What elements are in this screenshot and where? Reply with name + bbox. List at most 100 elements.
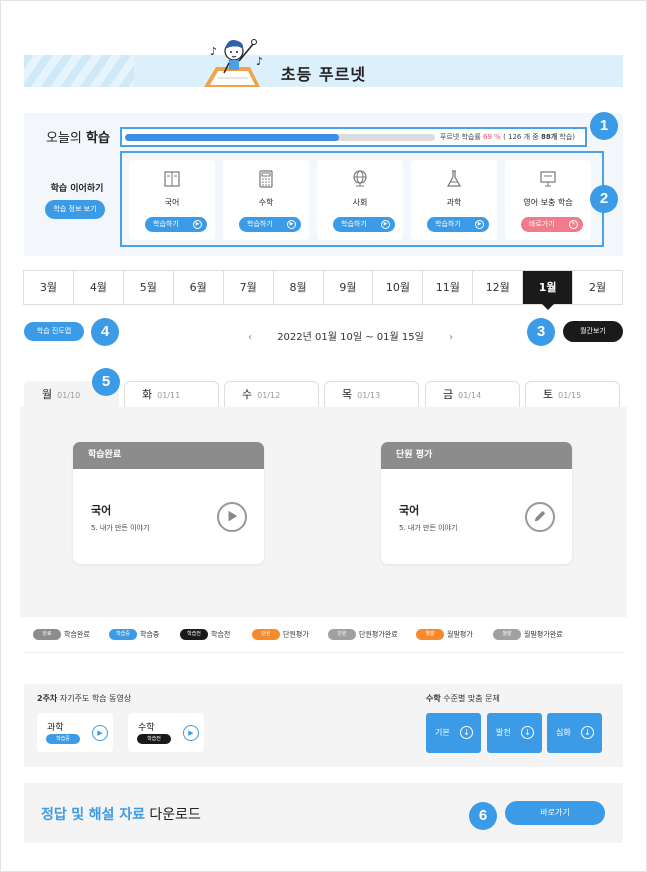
lesson-subject: 국어 xyxy=(399,504,420,517)
download-text-rest: 다운로드 xyxy=(149,807,201,823)
answer-download-title: 정답 및 해설 자료 다운로드 xyxy=(41,804,201,824)
day-label: 월 xyxy=(42,388,53,401)
month-tab[interactable]: 9월 xyxy=(324,271,374,304)
go-button[interactable]: 바로가기 ✎ xyxy=(521,217,583,232)
legend-label: 단원평가완료 xyxy=(359,630,398,639)
subject-card-social[interactable]: 사회 학습하기 ▶ xyxy=(317,160,403,240)
monthly-view-button[interactable]: 월간보기 xyxy=(563,321,623,342)
lesson-subject: 국어 xyxy=(91,504,112,517)
video-card-math[interactable]: 수학 학습전 ▶ xyxy=(128,713,204,752)
day-date: 01/13 xyxy=(357,391,381,400)
day-label: 수 xyxy=(242,388,253,401)
download-icon: ↓ xyxy=(460,726,473,739)
next-week-arrow-icon[interactable]: › xyxy=(449,332,453,343)
svg-text:♪: ♪ xyxy=(256,55,263,68)
day-tab[interactable]: 토 01/15 xyxy=(525,381,620,408)
globe-icon xyxy=(353,170,367,187)
play-icon[interactable]: ▶ xyxy=(183,725,199,741)
month-tab-active[interactable]: 1월 xyxy=(523,271,574,310)
study-button[interactable]: 학습하기 ▶ xyxy=(239,217,301,232)
book-icon xyxy=(164,171,180,187)
presentation-board-icon xyxy=(540,171,556,187)
day-date: 01/15 xyxy=(558,391,582,400)
level-label: 심화 xyxy=(556,728,571,737)
legend-item: 월말 월말평가 xyxy=(416,629,473,640)
subject-card-math[interactable]: 수학 학습하기 ▶ xyxy=(223,160,309,240)
study-button[interactable]: 학습하기 ▶ xyxy=(333,217,395,232)
download-go-button[interactable]: 바로가기 xyxy=(505,801,605,825)
play-circle-icon: ▶ xyxy=(381,220,390,229)
play-icon[interactable] xyxy=(217,502,247,532)
legend-item: 학습전 학습전 xyxy=(180,629,230,640)
subject-name: 과학 xyxy=(446,198,462,207)
month-tab[interactable]: 6월 xyxy=(174,271,224,304)
legend-chip: 월말 xyxy=(493,629,521,640)
progress-percent: 69 % xyxy=(483,133,501,141)
today-title-bold: 학습 xyxy=(86,131,110,146)
page-title: 초등 푸르넷 xyxy=(280,65,367,84)
subject-card-korean[interactable]: 국어 학습하기 ▶ xyxy=(129,160,215,240)
download-text-mid: 및 xyxy=(71,807,85,823)
progress-bar-track xyxy=(125,134,435,141)
download-icon: ↓ xyxy=(581,726,594,739)
month-tab[interactable]: 8월 xyxy=(274,271,324,304)
progress-label: 푸르넷 학습률 xyxy=(439,133,481,141)
video-status-badge: 학습중 xyxy=(46,734,80,744)
learning-info-button[interactable]: 학습 정보 보기 xyxy=(45,200,105,219)
subject-card-english[interactable]: 영어 보충 학습 바로가기 ✎ xyxy=(505,160,591,240)
video-week: 2주차 xyxy=(37,694,58,703)
download-icon: ↓ xyxy=(521,726,534,739)
progress-bar-fill xyxy=(125,134,339,141)
month-tab[interactable]: 3월 xyxy=(24,271,74,304)
play-icon[interactable]: ▶ xyxy=(92,725,108,741)
level-advanced-button[interactable]: 발전 ↓ xyxy=(487,713,542,753)
legend-chip: 완료 xyxy=(33,629,61,640)
day-tab[interactable]: 금 01/14 xyxy=(425,381,520,408)
week-range-text: 2022년 01월 10일 ~ 01월 15일 xyxy=(277,332,424,343)
callout-badge-6: 6 xyxy=(469,802,497,830)
progress-map-button[interactable]: 학습 진도맵 xyxy=(24,322,84,341)
progress-detail-a: ( 126 개 중 xyxy=(503,133,539,141)
prev-week-arrow-icon[interactable]: ‹ xyxy=(248,332,252,343)
day-tab[interactable]: 수 01/12 xyxy=(224,381,319,408)
lesson-card-header: 학습완료 xyxy=(73,442,264,469)
subject-card-science[interactable]: 과학 학습하기 ▶ xyxy=(411,160,497,240)
month-tab[interactable]: 7월 xyxy=(224,271,274,304)
day-tab[interactable]: 화 01/11 xyxy=(124,381,219,408)
month-tab[interactable]: 11월 xyxy=(423,271,474,304)
legend-item: 완료 학습완료 xyxy=(33,629,90,640)
video-section-title: 2주차 자기주도 학습 동영상 xyxy=(37,693,131,704)
day-label: 목 xyxy=(342,388,353,401)
month-tab[interactable]: 4월 xyxy=(74,271,124,304)
legend-label: 월말평가완료 xyxy=(524,630,563,639)
download-text-blue-2: 해설 자료 xyxy=(88,807,145,823)
video-card-science[interactable]: 과학 학습중 ▶ xyxy=(37,713,113,752)
today-title: 오늘의 학습 xyxy=(46,127,110,146)
study-button-label: 학습하기 xyxy=(247,220,273,228)
study-button[interactable]: 학습하기 ▶ xyxy=(145,217,207,232)
level-basic-button[interactable]: 기본 ↓ xyxy=(426,713,481,753)
level-subject: 수학 xyxy=(426,694,441,703)
mascot-illustration: ♪ ♪ xyxy=(204,39,263,87)
pencil-icon[interactable] xyxy=(525,502,555,532)
day-date: 01/14 xyxy=(458,391,482,400)
month-tab[interactable]: 5월 xyxy=(124,271,174,304)
play-circle-icon: ▶ xyxy=(475,220,484,229)
level-deep-button[interactable]: 심화 ↓ xyxy=(547,713,602,753)
lesson-card-completed[interactable]: 학습완료 국어 5. 내가 만든 이야기 xyxy=(73,442,264,564)
callout-badge-1: 1 xyxy=(590,112,618,140)
study-button[interactable]: 학습하기 ▶ xyxy=(427,217,489,232)
month-tabs: 3월 4월 5월 6월 7월 8월 9월 10월 11월 12월 1월 2월 xyxy=(23,270,623,310)
month-tab[interactable]: 2월 xyxy=(573,271,622,304)
day-date: 01/12 xyxy=(257,391,281,400)
lesson-card-unit-test[interactable]: 단원 평가 국어 5. 내가 만든 이야기 xyxy=(381,442,572,564)
legend-chip: 단원 xyxy=(252,629,280,640)
play-circle-icon: ▶ xyxy=(287,220,296,229)
month-tab[interactable]: 12월 xyxy=(473,271,524,304)
day-tab[interactable]: 목 01/13 xyxy=(324,381,419,408)
legend-label: 학습전 xyxy=(211,630,231,639)
month-tab[interactable]: 10월 xyxy=(373,271,424,304)
subject-cards-box: 국어 학습하기 ▶ 수학 학습하기 ▶ 사회 학습하기 ▶ 과학 학습하기 ▶ 영어 보… xyxy=(120,151,604,247)
legend-label: 월말평가 xyxy=(447,630,473,639)
callout-badge-2: 2 xyxy=(590,185,618,213)
